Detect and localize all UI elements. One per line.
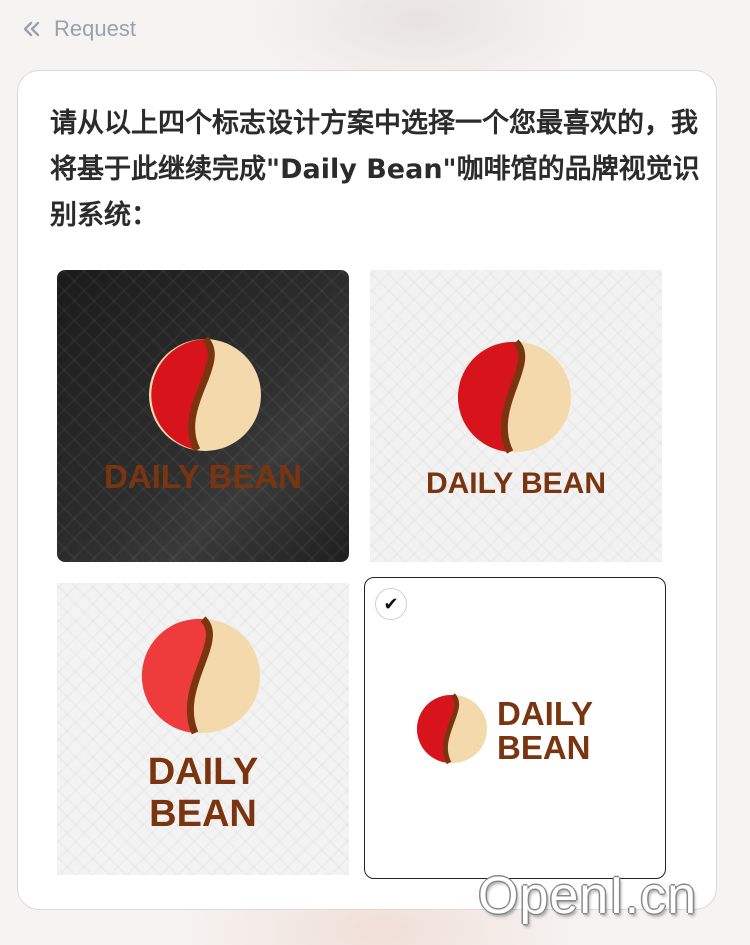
logo-option-2-wordmark: DAILY BEAN — [426, 467, 606, 500]
logo-option-3[interactable]: DAILY BEAN — [57, 583, 349, 875]
collapse-left-icon[interactable] — [22, 19, 42, 39]
logo-option-1-graphic: DAILY BEAN — [104, 336, 302, 495]
logo-option-4-graphic: DAILY BEAN — [416, 693, 593, 766]
logo-option-1-wordmark: DAILY BEAN — [104, 458, 302, 495]
logo-option-4-wordmark-line1: DAILY — [497, 695, 593, 732]
logo-option-4[interactable]: DAILY BEAN ✔ — [364, 577, 666, 879]
logo-option-2-graphic: DAILY BEAN — [426, 339, 606, 500]
checkmark-icon[interactable]: ✔ — [375, 588, 407, 620]
logo-option-3-wordmark-line2: BEAN — [149, 793, 257, 835]
logo-option-4-wordmark-line2: BEAN — [497, 729, 591, 766]
logo-option-1[interactable]: DAILY BEAN — [57, 270, 349, 562]
request-header[interactable]: Request — [22, 14, 136, 44]
request-card: 请从以上四个标志设计方案中选择一个您最喜欢的，我将基于此继续完成"Daily B… — [17, 70, 717, 910]
logo-option-3-graphic: DAILY BEAN — [141, 616, 260, 835]
watermark: OpenI.cn — [478, 867, 698, 925]
header-title: Request — [54, 16, 136, 41]
logo-option-3-wordmark-line1: DAILY — [148, 751, 259, 793]
request-message: 请从以上四个标志设计方案中选择一个您最喜欢的，我将基于此继续完成"Daily B… — [50, 108, 700, 231]
logo-option-2[interactable]: DAILY BEAN — [370, 270, 662, 562]
